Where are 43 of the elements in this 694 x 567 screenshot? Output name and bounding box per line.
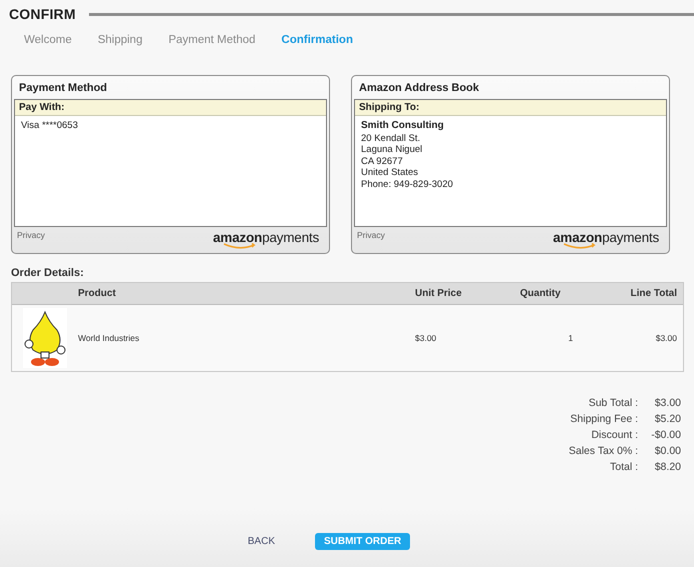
step-tab[interactable]: Confirmation xyxy=(281,34,353,46)
total-value: -$0.00 xyxy=(650,428,681,443)
table-cell-text: 1 xyxy=(567,333,573,343)
total-label: Total : xyxy=(610,460,638,475)
address-line: Phone: 949-829-3020 xyxy=(361,178,454,190)
address-line: CA 92677 xyxy=(361,156,404,167)
table-cell-text: $3.00 xyxy=(414,333,438,343)
panel-subheader: Pay With: xyxy=(15,100,326,116)
page-title: CONFIRM xyxy=(9,6,76,22)
smile-arrow-icon xyxy=(223,243,257,249)
address-line: 20 Kendall St. xyxy=(361,132,422,144)
address-line: Smith Consulting xyxy=(361,120,445,132)
back-link[interactable]: BACK xyxy=(248,536,275,546)
address-line: Laguna Niguel xyxy=(361,144,424,156)
panel-subheader: Shipping To: xyxy=(355,100,666,116)
total-value: $5.20 xyxy=(654,412,681,427)
panel-title: Payment Method xyxy=(18,81,108,96)
submit-order-button[interactable]: SUBMIT ORDER xyxy=(315,532,410,550)
table-cell-text: World Industries xyxy=(78,333,140,343)
column-header: Quantity xyxy=(519,288,562,299)
total-label: Sales Tax 0% : xyxy=(568,444,638,459)
privacy-link[interactable]: Privacy xyxy=(17,230,45,240)
smile-arrow-icon xyxy=(563,243,597,249)
total-label: Shipping Fee : xyxy=(570,412,638,427)
step-tab[interactable]: Shipping xyxy=(98,34,142,46)
address-line: United States xyxy=(361,167,420,178)
total-value: $3.00 xyxy=(654,396,681,411)
privacy-link[interactable]: Privacy xyxy=(357,230,385,240)
column-header: Product xyxy=(78,288,117,299)
table-cell-text: $3.00 xyxy=(654,333,678,343)
step-tab[interactable]: Welcome xyxy=(24,34,72,46)
total-label: Discount : xyxy=(591,428,638,443)
column-header: Line Total xyxy=(630,288,678,299)
total-value: $0.00 xyxy=(654,444,681,459)
step-tab[interactable]: Payment Method xyxy=(168,34,256,46)
total-label: Sub Total : xyxy=(588,396,638,411)
address-line: Visa ****0653 xyxy=(21,120,79,132)
total-value: $8.20 xyxy=(654,460,681,475)
amazon-payments-logo: amazonpayments xyxy=(553,230,659,245)
column-header: Unit Price xyxy=(414,288,463,299)
panel-title: Amazon Address Book xyxy=(358,81,480,96)
amazon-payments-logo: amazonpayments xyxy=(213,230,319,245)
section-title: Order Details: xyxy=(10,266,85,279)
